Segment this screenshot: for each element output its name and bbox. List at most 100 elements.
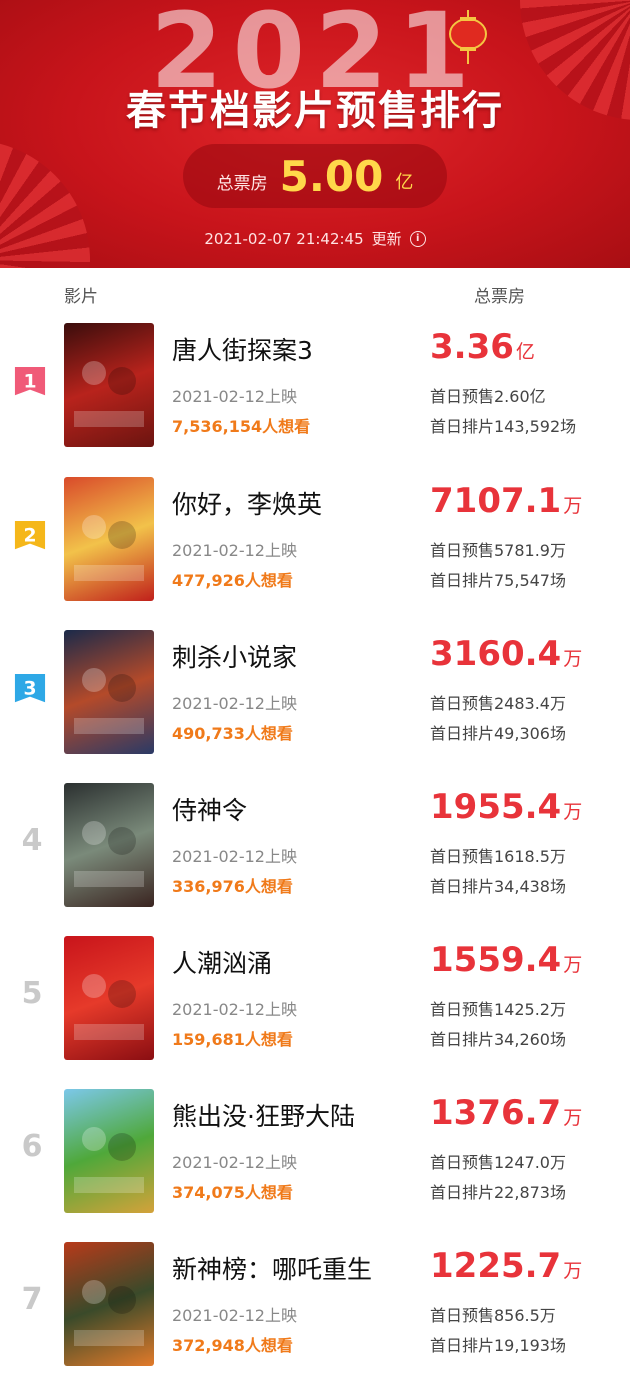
header-banner: 2021 春节档影片预售排行 总票房 5.00 亿 2021-02-07 21:… — [0, 0, 630, 268]
box-office: 3.36 亿 — [430, 327, 535, 367]
poster-art — [74, 515, 144, 581]
rank-number: 7 — [21, 1282, 43, 1317]
want-to-see-count: 159,681人想看 — [172, 1030, 293, 1049]
box-office-unit: 万 — [563, 954, 583, 976]
first-day-sessions: 首日排片34,438场 — [430, 877, 566, 896]
box-office-value: 1955.4 — [430, 787, 562, 827]
poster-art — [74, 361, 144, 427]
total-box-office-unit: 亿 — [395, 172, 414, 193]
movie-row[interactable]: 3 刺杀小说家 2021-02-12上映 490,733人想看 3160.4 万 … — [0, 630, 630, 783]
box-office: 1559.4 万 — [430, 940, 582, 980]
total-box-office-pill: 总票房 5.00 亿 — [183, 144, 447, 208]
update-time: 2021-02-07 21:42:45 — [204, 229, 364, 248]
movie-title[interactable]: 人潮汹涌 — [172, 944, 272, 980]
first-day-presale: 首日预售1247.0万 — [430, 1153, 566, 1172]
first-day-sessions: 首日排片49,306场 — [430, 724, 566, 743]
box-office-value: 7107.1 — [430, 481, 562, 521]
movie-poster[interactable] — [64, 783, 154, 907]
box-office: 1955.4 万 — [430, 787, 582, 827]
first-day-presale: 首日预售856.5万 — [430, 1306, 556, 1325]
movie-title[interactable]: 新神榜：哪吒重生 — [172, 1250, 372, 1286]
box-office-unit: 万 — [563, 648, 583, 670]
release-date: 2021-02-12上映 — [172, 694, 297, 713]
movie-title[interactable]: 熊出没·狂野大陆 — [172, 1097, 355, 1133]
first-day-presale: 首日预售1618.5万 — [430, 847, 566, 866]
box-office: 1225.7 万 — [430, 1246, 582, 1286]
box-office: 7107.1 万 — [430, 481, 582, 521]
release-date: 2021-02-12上映 — [172, 387, 297, 406]
want-to-see-count: 7,536,154人想看 — [172, 417, 311, 436]
release-date: 2021-02-12上映 — [172, 1306, 297, 1325]
box-office-unit: 万 — [563, 1260, 583, 1282]
box-office-value: 3.36 — [430, 327, 514, 367]
movie-title[interactable]: 刺杀小说家 — [172, 638, 297, 674]
want-to-see-count: 336,976人想看 — [172, 877, 293, 896]
first-day-presale: 首日预售2.60亿 — [430, 387, 546, 406]
movie-row[interactable]: 4 侍神令 2021-02-12上映 336,976人想看 1955.4 万 首日… — [0, 783, 630, 936]
release-date: 2021-02-12上映 — [172, 847, 297, 866]
movie-row[interactable]: 6 熊出没·狂野大陆 2021-02-12上映 374,075人想看 1376.… — [0, 1089, 630, 1242]
movie-title[interactable]: 你好，李焕英 — [172, 485, 322, 521]
column-header-film: 影片 — [64, 287, 98, 307]
movie-poster[interactable] — [64, 1089, 154, 1213]
movie-row[interactable]: 7 新神榜：哪吒重生 2021-02-12上映 372,948人想看 1225.… — [0, 1242, 630, 1395]
box-office-unit: 万 — [563, 1107, 583, 1129]
movie-poster[interactable] — [64, 936, 154, 1060]
poster-art — [74, 1280, 144, 1346]
want-to-see-count: 374,075人想看 — [172, 1183, 293, 1202]
movie-row[interactable]: 2 你好，李焕英 2021-02-12上映 477,926人想看 7107.1 万… — [0, 477, 630, 630]
rank-number: 2 — [23, 526, 36, 547]
poster-art — [74, 974, 144, 1040]
page-title: 春节档影片预售排行 — [126, 88, 504, 134]
movie-row[interactable]: 5 人潮汹涌 2021-02-12上映 159,681人想看 1559.4 万 首… — [0, 936, 630, 1089]
box-office-unit: 亿 — [515, 341, 535, 363]
poster-art — [74, 1127, 144, 1193]
box-office-value: 1225.7 — [430, 1246, 562, 1286]
box-office-value: 3160.4 — [430, 634, 562, 674]
rank-number: 4 — [21, 823, 43, 858]
first-day-presale: 首日预售5781.9万 — [430, 541, 566, 560]
update-info[interactable]: 2021-02-07 21:42:45 更新 i — [0, 228, 630, 249]
info-icon[interactable]: i — [409, 230, 426, 247]
movie-title[interactable]: 唐人街探案3 — [172, 331, 313, 367]
rank-badge: 2 — [14, 521, 46, 550]
poster-art — [74, 821, 144, 887]
poster-art — [74, 668, 144, 734]
box-office: 3160.4 万 — [430, 634, 582, 674]
rank-number: 6 — [21, 1129, 43, 1164]
column-header-box-office: 总票房 — [474, 287, 525, 307]
first-day-sessions: 首日排片22,873场 — [430, 1183, 566, 1202]
want-to-see-count: 490,733人想看 — [172, 724, 293, 743]
total-box-office-value: 5.00 — [279, 151, 384, 201]
first-day-sessions: 首日排片34,260场 — [430, 1030, 566, 1049]
want-to-see-count: 477,926人想看 — [172, 571, 293, 590]
release-date: 2021-02-12上映 — [172, 541, 297, 560]
first-day-presale: 首日预售2483.4万 — [430, 694, 566, 713]
want-to-see-count: 372,948人想看 — [172, 1336, 293, 1355]
rank-number: 3 — [23, 679, 36, 700]
rank-badge: 3 — [14, 674, 46, 703]
box-office-value: 1376.7 — [430, 1093, 562, 1133]
box-office-unit: 万 — [563, 495, 583, 517]
box-office: 1376.7 万 — [430, 1093, 582, 1133]
movie-title[interactable]: 侍神令 — [172, 791, 247, 827]
rank-badge: 1 — [14, 367, 46, 396]
first-day-presale: 首日预售1425.2万 — [430, 1000, 566, 1019]
first-day-sessions: 首日排片19,193场 — [430, 1336, 566, 1355]
total-box-office-label: 总票房 — [216, 173, 268, 194]
rank-number: 5 — [21, 976, 43, 1011]
box-office-unit: 万 — [563, 801, 583, 823]
rank-number: 1 — [23, 372, 36, 393]
movie-poster[interactable] — [64, 323, 154, 447]
first-day-sessions: 首日排片143,592场 — [430, 417, 577, 436]
box-office-value: 1559.4 — [430, 940, 562, 980]
movie-poster[interactable] — [64, 1242, 154, 1366]
release-date: 2021-02-12上映 — [172, 1000, 297, 1019]
movie-poster[interactable] — [64, 477, 154, 601]
lantern-icon — [449, 10, 487, 64]
movie-poster[interactable] — [64, 630, 154, 754]
first-day-sessions: 首日排片75,547场 — [430, 571, 566, 590]
update-label: 更新 — [371, 230, 402, 248]
movie-row[interactable]: 1 唐人街探案3 2021-02-12上映 7,536,154人想看 3.36 亿… — [0, 323, 630, 476]
release-date: 2021-02-12上映 — [172, 1153, 297, 1172]
